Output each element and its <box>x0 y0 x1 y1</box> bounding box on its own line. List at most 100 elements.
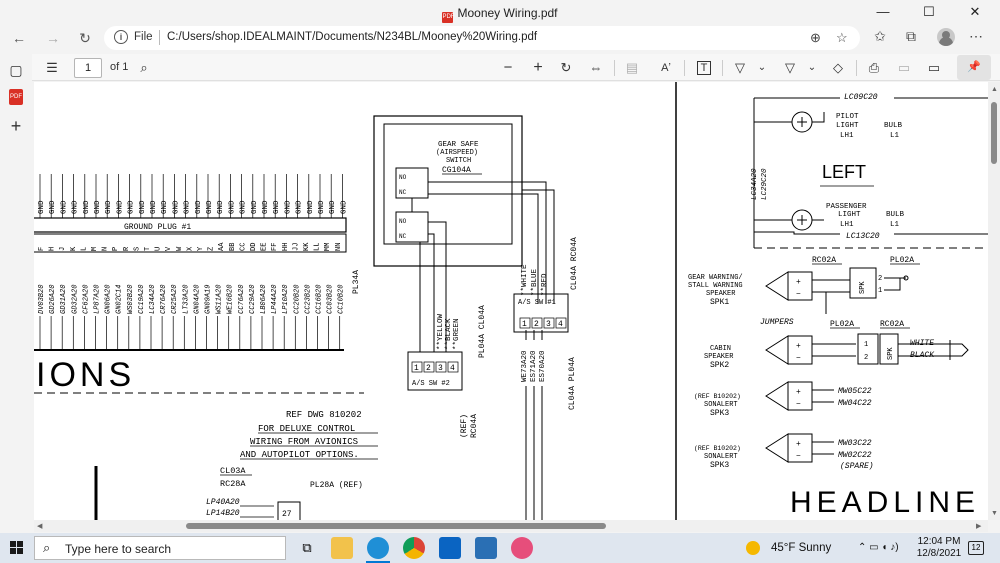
horizontal-scroll-thumb[interactable] <box>186 523 606 529</box>
highlight-icon[interactable]: ▽ <box>780 59 800 77</box>
info-icon[interactable]: i <box>114 30 128 44</box>
task-view-icon[interactable]: ⧉ <box>296 537 318 559</box>
rotate-icon[interactable]: ↻ <box>556 59 576 77</box>
sw2-green-label: **GREEN <box>453 318 461 350</box>
zoom-icon[interactable]: ⊕ <box>810 30 821 46</box>
file-explorer-icon[interactable] <box>331 537 353 559</box>
as-sw1-pin: 4 <box>558 320 563 329</box>
switch-no-2: NO <box>399 218 407 225</box>
tab-actions-icon[interactable]: ▢ <box>6 60 26 80</box>
page-number-input[interactable]: 1 <box>74 58 102 78</box>
start-logo-tile <box>17 541 23 547</box>
taskbar-clock[interactable]: 12:04 PM 12/8/2021 <box>914 536 964 560</box>
photos-icon[interactable] <box>475 537 497 559</box>
gnd-label: GND <box>83 200 91 214</box>
system-tray-icons[interactable]: ⌃ ▭ ◖ ♪) <box>858 542 899 553</box>
vertical-scrollbar[interactable]: ▲ ▼ <box>988 82 1000 520</box>
ground-plug-label: GROUND PLUG #1 <box>124 223 191 232</box>
pilot-light-label-2: LIGHT <box>836 122 859 130</box>
new-tab-icon[interactable]: + <box>6 116 26 136</box>
ref-b10202-label-b: (REF B10202) <box>694 445 741 452</box>
forward-button[interactable]: → <box>42 28 64 48</box>
start-button[interactable] <box>10 541 24 555</box>
print-icon[interactable]: ⎙ <box>864 59 884 77</box>
sonalert1-minus: − <box>796 400 801 409</box>
pdf-document-viewport[interactable]: GND GND GND GND GND GND GND GND GND GND GND GND GND G… <box>34 82 988 520</box>
url-field[interactable]: i File C:/Users/shop.IDEALMAINT/Document… <box>104 26 860 50</box>
highlight-options-chevron-icon[interactable]: ⌄ <box>802 59 822 77</box>
erase-icon[interactable]: ◇ <box>828 59 848 77</box>
notification-icon[interactable]: 12 <box>968 541 984 555</box>
gnd-label: GND <box>217 200 225 214</box>
draw-options-chevron-icon[interactable]: ⌄ <box>752 59 772 77</box>
pin-letter: EE <box>261 243 269 251</box>
pdf-tab-icon[interactable]: PDF <box>9 89 23 105</box>
pin-letter: F <box>38 247 46 251</box>
refresh-button[interactable]: ↻ <box>74 28 96 48</box>
page-view-icon[interactable]: ▤ <box>622 59 642 77</box>
pin-letter: DD <box>250 243 258 251</box>
wire-label: GD26A20 <box>49 285 57 314</box>
weather-text[interactable]: 45°F Sunny <box>771 542 831 554</box>
passenger-bulb-label: BULB <box>886 211 905 219</box>
pl34a-label: PL34A <box>352 270 361 294</box>
draw-icon[interactable]: ▽ <box>730 59 750 77</box>
favorite-star-icon[interactable]: ☆ <box>836 30 848 46</box>
maximize-button[interactable]: ☐ <box>906 0 952 26</box>
left-wire-labels: DV03B20 GD26A20 GD31A20 GD32A20 CF62A20 LP87A… <box>38 285 346 350</box>
es70a20-label: ES70A20 <box>539 350 547 382</box>
sw1-white-label: **WHITE <box>521 264 529 296</box>
vertical-scroll-thumb[interactable] <box>991 102 997 164</box>
zoom-out-button[interactable]: − <box>498 59 518 77</box>
edge-browser-icon[interactable] <box>367 537 389 559</box>
scroll-right-arrow-icon[interactable]: ▶ <box>976 522 981 530</box>
scroll-down-arrow-icon[interactable]: ▼ <box>991 510 998 517</box>
toolbar-divider <box>856 60 857 76</box>
save-icon[interactable]: ▭ <box>894 59 914 77</box>
spk-conn1-pin-1: 1 <box>878 287 882 295</box>
sw1-red-label: **RED <box>541 273 549 296</box>
settings-menu-icon[interactable]: ⋯ <box>966 28 986 45</box>
wire-label: CC76A20 <box>238 285 246 314</box>
pin-letter: S <box>133 247 141 251</box>
find-icon[interactable]: ⌕ <box>134 59 154 77</box>
spk1-minus: − <box>796 290 801 299</box>
minimize-button[interactable]: — <box>860 0 906 26</box>
gnd-label: GND <box>150 200 158 214</box>
scroll-left-arrow-icon[interactable]: ◀ <box>37 522 42 530</box>
favorites-icon[interactable]: ✩ <box>870 28 890 45</box>
outlook-icon[interactable] <box>439 537 461 559</box>
title-bar: PDF Mooney Wiring.pdf — ☐ ✕ <box>0 0 1000 26</box>
close-button[interactable]: ✕ <box>952 0 998 26</box>
as-sw2-pins: 1234 <box>411 361 459 373</box>
back-button[interactable]: ← <box>8 28 30 48</box>
url-text[interactable]: C:/Users/shop.IDEALMAINT/Documents/N234B… <box>167 31 537 43</box>
pin-letter: X <box>186 246 194 251</box>
collections-icon[interactable]: ⧉ <box>901 28 921 45</box>
app-icon[interactable] <box>511 537 533 559</box>
horizontal-scrollbar[interactable]: ◀ ▶ <box>34 520 988 532</box>
pin-toolbar-button[interactable]: 📌 <box>957 55 991 80</box>
rc28a-label: RC28A <box>220 479 246 489</box>
chrome-icon[interactable] <box>403 537 425 559</box>
es71a20-label: ES71A20 <box>530 350 538 382</box>
fit-page-icon[interactable]: ⇔ <box>586 59 606 77</box>
taskbar-search-box[interactable]: ⌕ Type here to search <box>34 536 286 560</box>
pin-letter: T <box>144 247 152 251</box>
spk2-minus: − <box>796 354 801 363</box>
wire-label: LB06A20 <box>260 285 268 314</box>
table-of-contents-icon[interactable]: ☰ <box>42 59 62 77</box>
as-sw2-pin: 4 <box>450 364 455 373</box>
pin-letter: JJ <box>292 243 300 251</box>
gnd-label: GND <box>307 200 315 214</box>
scroll-up-arrow-icon[interactable]: ▲ <box>991 86 998 93</box>
zoom-in-button[interactable]: + <box>528 59 548 77</box>
switch-nc-1: NC <box>399 189 407 196</box>
pin-letter: NN <box>335 243 343 251</box>
save-as-icon[interactable]: ▭ <box>924 59 944 77</box>
profile-avatar[interactable] <box>937 28 955 46</box>
read-aloud-icon[interactable]: Aʼ <box>656 59 676 77</box>
spk1-plus: + <box>796 278 801 287</box>
lc09c20-label: LC09C20 <box>844 93 878 102</box>
add-text-icon[interactable]: T <box>694 59 714 77</box>
